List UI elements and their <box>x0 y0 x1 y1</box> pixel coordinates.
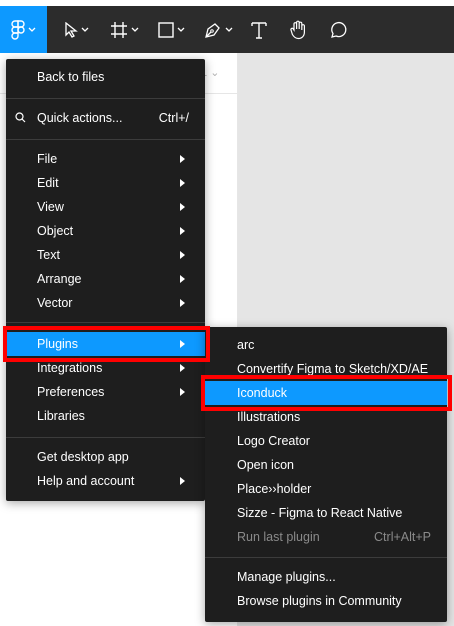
chevron-down-icon <box>81 27 88 32</box>
submenu-arrow-icon <box>180 227 185 235</box>
frame-tool-icon <box>110 21 127 38</box>
menu-item-label: Text <box>37 248 60 262</box>
menu-item-label: Manage plugins... <box>237 570 336 584</box>
menu-item-label: Browse plugins in Community <box>237 594 402 608</box>
menu-item-preferences[interactable]: Preferences <box>6 380 205 404</box>
menu-item-label: View <box>37 200 64 214</box>
menu-item-view[interactable]: View <box>6 195 205 219</box>
menu-item-object[interactable]: Object <box>6 219 205 243</box>
menu-item-label: Integrations <box>37 361 103 375</box>
menu-item-browse-plugins[interactable]: Browse plugins in Community <box>205 589 447 613</box>
chevron-down-icon: ⌄ <box>210 67 220 79</box>
pen-tool-icon <box>204 22 220 38</box>
search-icon <box>15 112 26 123</box>
menu-item-arrange[interactable]: Arrange <box>6 267 205 291</box>
menu-item-label: Vector <box>37 296 73 310</box>
pen-tool-button[interactable] <box>198 6 238 53</box>
menu-item-label: Logo Creator <box>237 434 310 448</box>
menu-item-text[interactable]: Text <box>6 243 205 267</box>
menu-item-shortcut: Ctrl+Alt+P <box>374 530 431 544</box>
submenu-arrow-icon <box>180 299 185 307</box>
main-menu-button[interactable] <box>0 6 47 53</box>
menu-item-label: Arrange <box>37 272 82 286</box>
text-tool-icon <box>251 21 267 39</box>
shape-tool-icon <box>157 21 174 38</box>
plugin-item-sizze[interactable]: Sizze - Figma to React Native <box>205 501 447 525</box>
submenu-arrow-icon <box>180 364 185 372</box>
plugin-item-arc[interactable]: arc <box>205 333 447 357</box>
submenu-arrow-icon <box>180 155 185 163</box>
submenu-arrow-icon <box>180 251 185 259</box>
chevron-down-icon <box>177 27 184 32</box>
menu-item-label: Edit <box>37 176 59 190</box>
menu-item-back-to-files[interactable]: Back to files <box>6 65 205 89</box>
frame-tool-button[interactable] <box>104 6 144 53</box>
submenu-arrow-icon <box>180 203 185 211</box>
menu-item-help-and-account[interactable]: Help and account <box>6 469 205 493</box>
menu-item-label: Open icon <box>237 458 294 472</box>
menu-item-label: Preferences <box>37 385 105 399</box>
menu-separator <box>6 437 205 438</box>
menu-item-edit[interactable]: Edit <box>6 171 205 195</box>
menu-item-label: File <box>37 152 58 166</box>
submenu-arrow-icon <box>180 179 185 187</box>
menu-item-manage-plugins[interactable]: Manage plugins... <box>205 565 447 589</box>
menu-item-label: Convertify Figma to Sketch/XD/AE <box>237 362 429 376</box>
toolbar <box>0 6 454 53</box>
menu-item-shortcut: Ctrl+/ <box>158 111 189 125</box>
menu-separator <box>6 98 205 99</box>
menu-item-label: Sizze - Figma to React Native <box>237 506 403 520</box>
plugin-item-placeholder[interactable]: Place››holder <box>205 477 447 501</box>
move-tool-button[interactable] <box>58 6 94 53</box>
menu-separator <box>6 322 205 323</box>
submenu-arrow-icon <box>180 477 185 485</box>
annotation-box-iconduck <box>201 375 452 411</box>
menu-item-label: Get desktop app <box>37 450 129 464</box>
menu-item-quick-actions[interactable]: Quick actions... Ctrl+/ <box>6 106 205 130</box>
comment-tool-button[interactable] <box>324 6 352 53</box>
hand-tool-button[interactable] <box>284 6 312 53</box>
menu-item-libraries[interactable]: Libraries <box>6 404 205 428</box>
plugins-submenu: arc Convertify Figma to Sketch/XD/AE Ico… <box>205 327 447 622</box>
text-tool-button[interactable] <box>246 6 272 53</box>
chevron-down-icon <box>28 27 36 32</box>
shape-tool-button[interactable] <box>152 6 190 53</box>
figma-logo-icon <box>11 19 25 40</box>
plugin-item-logo-creator[interactable]: Logo Creator <box>205 429 447 453</box>
chevron-down-icon <box>131 27 138 32</box>
menu-item-file[interactable]: File <box>6 147 205 171</box>
plugin-item-open-icon[interactable]: Open icon <box>205 453 447 477</box>
annotation-box-plugins <box>3 326 210 362</box>
menu-item-label: Place››holder <box>237 482 312 496</box>
chevron-down-icon <box>225 27 232 32</box>
menu-item-get-desktop-app[interactable]: Get desktop app <box>6 445 205 469</box>
menu-item-label: arc <box>237 338 255 352</box>
menu-item-label: Back to files <box>37 70 105 84</box>
comment-tool-icon <box>331 21 347 38</box>
menu-item-vector[interactable]: Vector <box>6 291 205 315</box>
menu-item-label: Object <box>37 224 74 238</box>
menu-item-label: Quick actions... <box>37 111 123 125</box>
hand-tool-icon <box>290 20 305 39</box>
menu-item-label: Help and account <box>37 474 135 488</box>
submenu-arrow-icon <box>180 388 185 396</box>
main-menu: Back to files Quick actions... Ctrl+/ Fi… <box>6 59 205 501</box>
menu-item-run-last-plugin: Run last plugin Ctrl+Alt+P <box>205 525 447 549</box>
menu-separator <box>205 557 447 558</box>
move-tool-icon <box>64 21 78 38</box>
menu-item-label: Libraries <box>37 409 85 423</box>
menu-separator <box>6 139 205 140</box>
submenu-arrow-icon <box>180 275 185 283</box>
menu-item-label: Illustrations <box>237 410 301 424</box>
menu-item-label: Run last plugin <box>237 530 320 544</box>
